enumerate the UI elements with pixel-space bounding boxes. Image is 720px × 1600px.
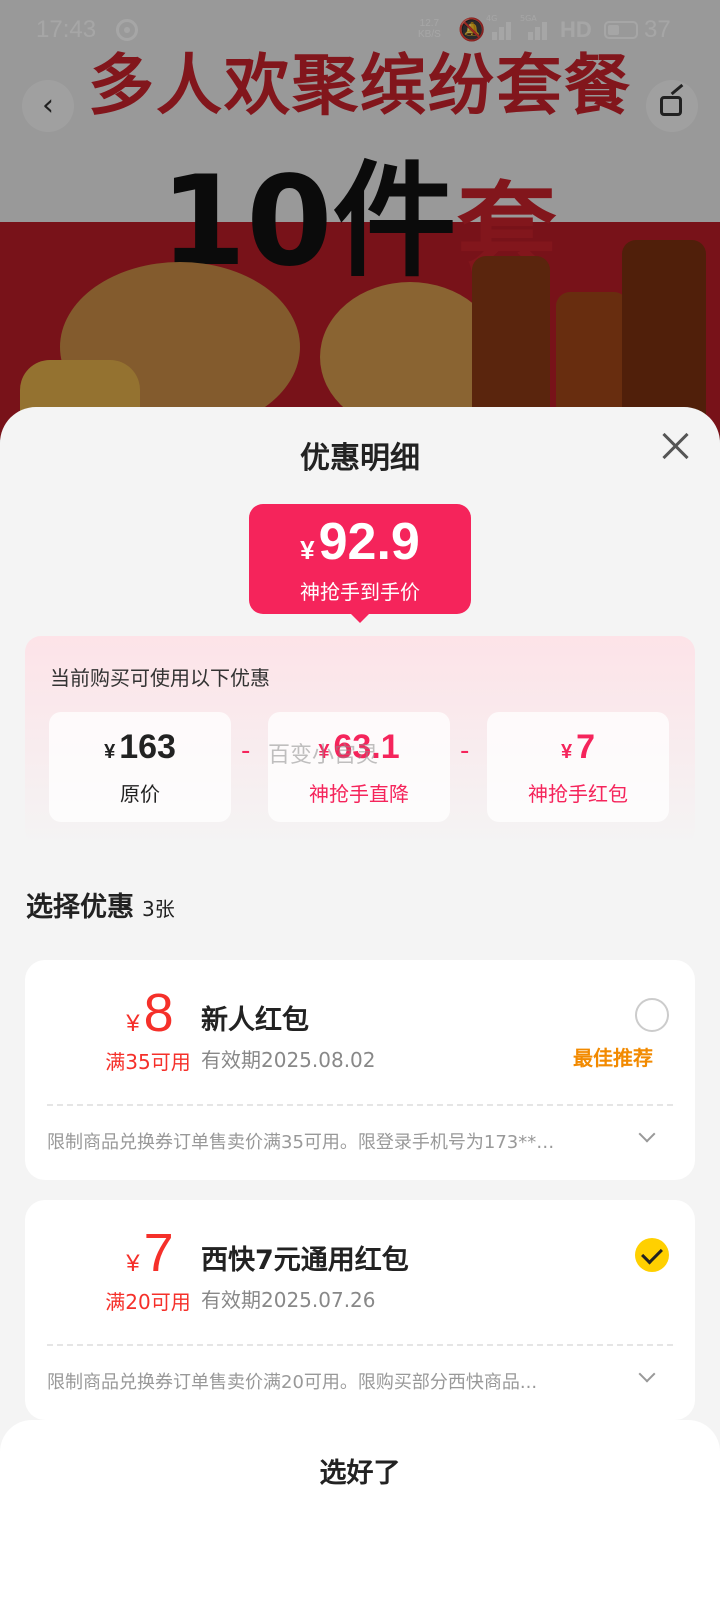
- original-price-box: ¥163 原价: [49, 712, 231, 822]
- best-recommend-badge: 最佳推荐: [573, 1046, 653, 1070]
- dashed-divider: [47, 1344, 673, 1346]
- sheet-title: 优惠明细: [300, 441, 420, 476]
- coupon-amount: 8: [143, 983, 174, 1043]
- radio-unchecked-icon[interactable]: [635, 998, 669, 1032]
- coupon-name: 新人红包: [201, 1005, 309, 1036]
- final-price-label: 神抢手到手价: [300, 580, 420, 604]
- coupon-description: 限制商品兑换券订单售卖价满35可用。限登录手机号为173**…: [47, 1132, 555, 1153]
- coupon-value: ¥8: [85, 982, 215, 1044]
- red-packet-label: 神抢手红包: [528, 782, 628, 806]
- close-icon[interactable]: [660, 431, 690, 461]
- red-packet-box: ¥7 神抢手红包: [487, 712, 669, 822]
- final-price-currency: ¥: [300, 535, 315, 565]
- red-packet-value: 7: [576, 728, 596, 766]
- coupon-expiry: 有效期2025.08.02: [201, 1048, 376, 1072]
- select-discount-label: 选择优惠: [26, 892, 134, 923]
- coupon-value: ¥7: [85, 1222, 215, 1284]
- coupon-count: 3张: [142, 897, 175, 921]
- coupon-card[interactable]: ¥7 满20可用 西快7元通用红包 有效期2025.07.26 限制商品兑换券订…: [25, 1200, 695, 1420]
- discount-details-sheet: 优惠明细 ¥92.9 神抢手到手价 当前购买可使用以下优惠 ¥163 原价 - …: [0, 407, 720, 1600]
- red-packet-currency: ¥: [560, 741, 573, 763]
- final-price-amount: 92.9: [318, 513, 420, 571]
- original-price-currency: ¥: [104, 741, 116, 763]
- dashed-divider: [47, 1104, 673, 1106]
- original-price-label: 原价: [120, 782, 160, 806]
- original-price-value: 163: [119, 728, 176, 766]
- coupon-currency: ¥: [126, 1010, 140, 1037]
- select-discount-title: 选择优惠 3张: [26, 885, 175, 924]
- coupon-description: 限制商品兑换券订单售卖价满20可用。限购买部分西快商品...: [47, 1372, 538, 1393]
- final-price-tag: ¥92.9 神抢手到手价: [249, 504, 471, 623]
- minus-sign: -: [460, 736, 470, 766]
- summary-heading: 当前购买可使用以下优惠: [50, 666, 270, 690]
- watermark: 百变小宫灵: [268, 743, 379, 768]
- chevron-down-icon[interactable]: [638, 1125, 656, 1143]
- coupon-amount: 7: [143, 1223, 174, 1283]
- minus-sign: -: [241, 736, 251, 766]
- direct-discount-label: 神抢手直降: [309, 782, 409, 806]
- final-price: ¥92.9: [249, 512, 471, 572]
- coupon-currency: ¥: [126, 1250, 140, 1277]
- confirm-button[interactable]: 选好了: [200, 1448, 520, 1500]
- coupon-name: 西快7元通用红包: [201, 1245, 409, 1276]
- chevron-down-icon[interactable]: [638, 1365, 656, 1383]
- coupon-card[interactable]: ¥8 满35可用 新人红包 有效期2025.08.02 最佳推荐 限制商品兑换券…: [25, 960, 695, 1180]
- checkmark-icon[interactable]: [635, 1238, 669, 1272]
- coupon-expiry: 有效期2025.07.26: [201, 1288, 376, 1312]
- sheet-footer: 选好了: [0, 1420, 720, 1600]
